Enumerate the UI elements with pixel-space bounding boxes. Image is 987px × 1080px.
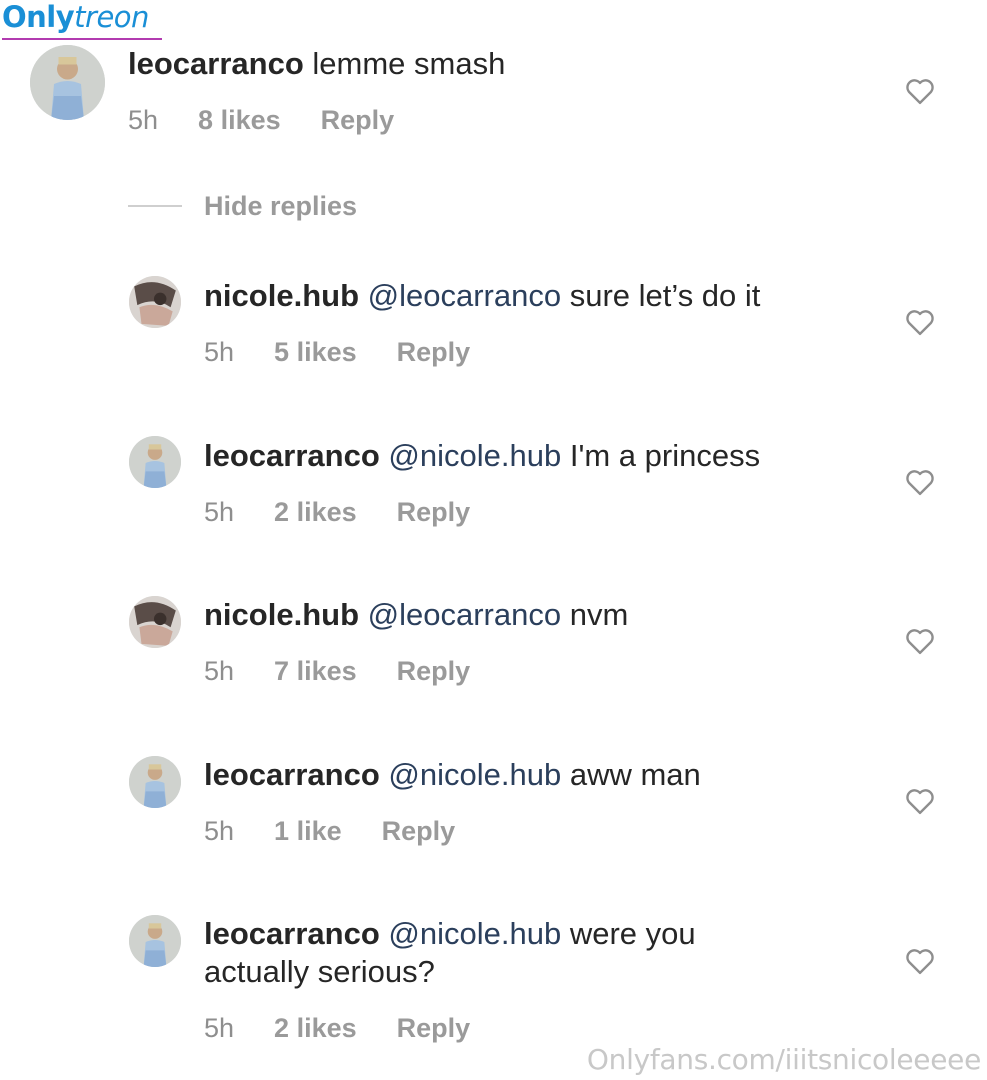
- reply-meta: 5h 2 likes Reply: [204, 496, 470, 528]
- reply-body-line2: actually serious?: [204, 954, 435, 989]
- reply-likes[interactable]: 1 like: [274, 815, 342, 847]
- reply-time: 5h: [204, 1013, 235, 1043]
- leocarranco-avatar-icon: [129, 756, 181, 808]
- heart-icon[interactable]: [905, 947, 935, 975]
- reply-username[interactable]: leocarranco: [204, 757, 380, 792]
- reply-button[interactable]: Reply: [397, 1012, 471, 1044]
- comment-meta: 5h 8 likes Reply: [128, 104, 394, 136]
- avatar-leocarranco[interactable]: [30, 45, 105, 120]
- watermark: Onlyfans.com/iiitsnicoleeeee: [586, 1043, 981, 1076]
- reply-body: were you: [569, 916, 696, 951]
- leocarranco-avatar-icon: [129, 436, 181, 488]
- comment-time: 5h: [128, 105, 159, 135]
- reply-meta: 5h 1 like Reply: [204, 815, 455, 847]
- reply-button[interactable]: Reply: [397, 336, 471, 368]
- reply-button[interactable]: Reply: [321, 104, 395, 136]
- onlytreon-logo: Onlytreon: [2, 0, 162, 40]
- mention-link[interactable]: @leocarranco: [368, 597, 561, 632]
- leocarranco-avatar-icon: [30, 45, 105, 120]
- reply-button[interactable]: Reply: [382, 815, 456, 847]
- avatar-leocarranco[interactable]: [129, 915, 181, 967]
- nicole-hub-avatar-icon: [129, 276, 181, 328]
- hide-replies-button[interactable]: Hide replies: [204, 190, 357, 222]
- comment-likes[interactable]: 8 likes: [198, 104, 281, 136]
- reply-username[interactable]: nicole.hub: [204, 597, 359, 632]
- reply-body: sure let’s do it: [569, 278, 761, 313]
- reply-text: nicole.hub @leocarranco nvm: [204, 596, 628, 634]
- reply-button[interactable]: Reply: [397, 496, 471, 528]
- mention-link[interactable]: @nicole.hub: [388, 438, 561, 473]
- hide-replies-divider: [128, 205, 182, 207]
- heart-icon[interactable]: [905, 627, 935, 655]
- reply-likes[interactable]: 5 likes: [274, 336, 357, 368]
- reply-text: leocarranco @nicole.hub were you: [204, 915, 696, 953]
- reply-text: leocarranco @nicole.hub I'm a princess: [204, 437, 760, 475]
- reply-text: leocarranco @nicole.hub aww man: [204, 756, 701, 794]
- reply-button[interactable]: Reply: [397, 655, 471, 687]
- reply-time: 5h: [204, 497, 235, 527]
- avatar-nicole-hub[interactable]: [129, 596, 181, 648]
- reply-text: nicole.hub @leocarranco sure let’s do it: [204, 277, 760, 315]
- reply-meta: 5h 5 likes Reply: [204, 336, 470, 368]
- avatar-leocarranco[interactable]: [129, 756, 181, 808]
- comment-body: lemme smash: [312, 46, 506, 81]
- reply-time: 5h: [204, 816, 235, 846]
- reply-username[interactable]: leocarranco: [204, 916, 380, 951]
- heart-icon[interactable]: [905, 308, 935, 336]
- leocarranco-avatar-icon: [129, 915, 181, 967]
- comment-username[interactable]: leocarranco: [128, 46, 304, 81]
- comment-text: leocarranco lemme smash: [128, 45, 505, 83]
- reply-time: 5h: [204, 656, 235, 686]
- reply-time: 5h: [204, 337, 235, 367]
- heart-icon[interactable]: [905, 787, 935, 815]
- reply-username[interactable]: leocarranco: [204, 438, 380, 473]
- heart-icon[interactable]: [905, 468, 935, 496]
- mention-link[interactable]: @nicole.hub: [388, 757, 561, 792]
- reply-likes[interactable]: 2 likes: [274, 1012, 357, 1044]
- heart-icon[interactable]: [905, 77, 935, 105]
- reply-likes[interactable]: 2 likes: [274, 496, 357, 528]
- avatar-leocarranco[interactable]: [129, 436, 181, 488]
- reply-body: I'm a princess: [569, 438, 761, 473]
- reply-username[interactable]: nicole.hub: [204, 278, 359, 313]
- reply-body: nvm: [569, 597, 629, 632]
- mention-link[interactable]: @nicole.hub: [388, 916, 561, 951]
- reply-meta: 5h 7 likes Reply: [204, 655, 470, 687]
- reply-likes[interactable]: 7 likes: [274, 655, 357, 687]
- reply-meta: 5h 2 likes Reply: [204, 1012, 470, 1044]
- avatar-nicole-hub[interactable]: [129, 276, 181, 328]
- mention-link[interactable]: @leocarranco: [368, 278, 561, 313]
- reply-body: aww man: [569, 757, 701, 792]
- nicole-hub-avatar-icon: [129, 596, 181, 648]
